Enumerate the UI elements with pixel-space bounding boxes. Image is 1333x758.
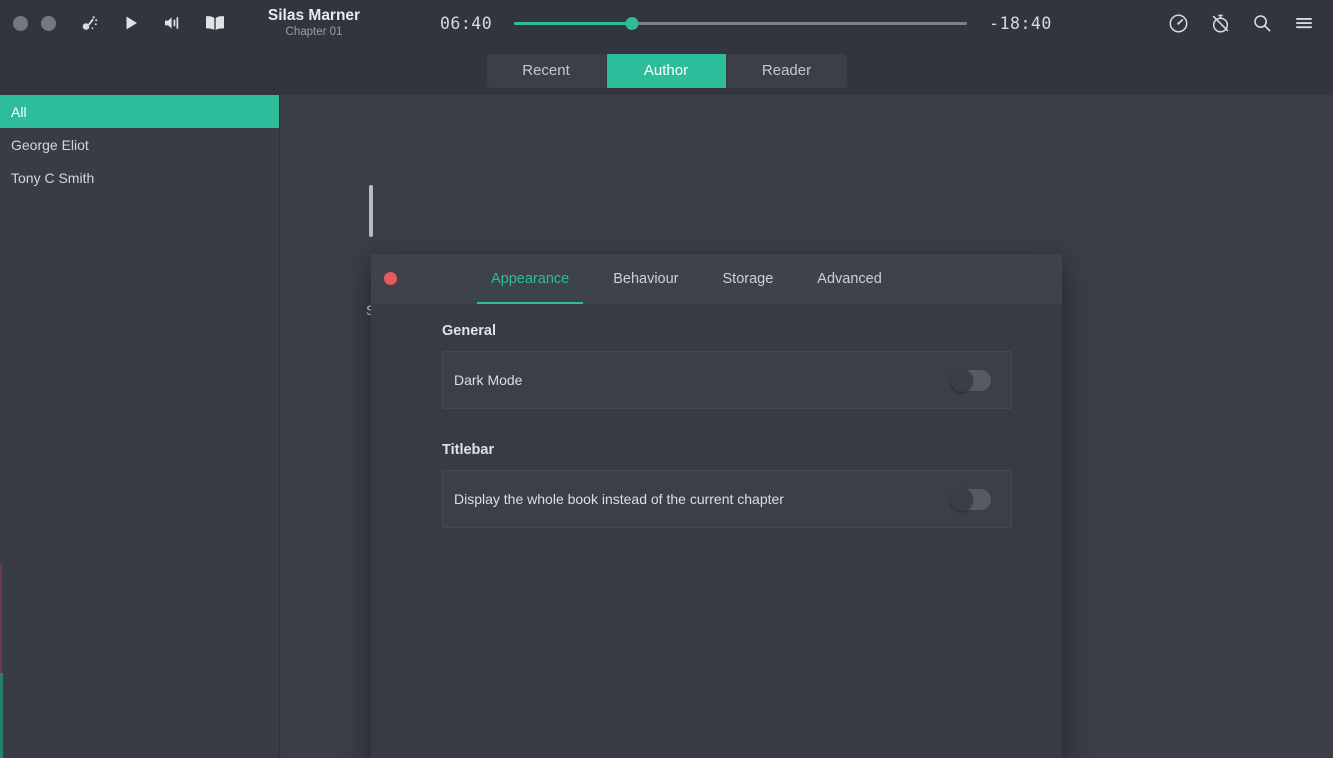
author-sidebar: All George Eliot Tony C Smith [0, 95, 280, 758]
sidebar-accent-upper [0, 563, 2, 673]
toggle-knob [950, 368, 973, 392]
sleep-timer-button[interactable] [1199, 0, 1241, 46]
dialog-tab-label: Storage [722, 271, 774, 287]
filter-tab-recent[interactable]: Recent [486, 53, 607, 88]
dialog-body: General Dark Mode Titlebar Display the whol… [371, 304, 1062, 528]
preference-row: Dark Mode [442, 351, 1012, 409]
transport-controls [68, 0, 236, 46]
sidebar-item-label: Tony C Smith [11, 169, 95, 186]
toggle-knob [950, 487, 973, 511]
dialog-tab-storage[interactable]: Storage [701, 254, 796, 304]
dialog-tab-behaviour[interactable]: Behaviour [591, 254, 700, 304]
book-title: Silas Marner [267, 7, 361, 24]
maximize-dot-icon[interactable] [41, 15, 56, 31]
filter-tab-label: Author [643, 62, 689, 79]
playback-speed-button[interactable] [1157, 0, 1199, 46]
sleep-timer-off-icon [1210, 13, 1231, 34]
preference-toggle[interactable] [950, 368, 991, 392]
filter-tab-label: Reader [761, 62, 812, 79]
dialog-tab-label: Appearance [491, 271, 570, 287]
dialog-tab-label: Behaviour [613, 271, 679, 287]
cast-icon [80, 14, 99, 33]
main-area: AllGeorge EliotTony C Smith S Appearance… [0, 95, 1333, 758]
dialog-header: Appearance Behaviour Storage Advanced [371, 254, 1062, 304]
elapsed-time: 06:40 [440, 13, 493, 33]
filter-tab-label: Recent [522, 62, 570, 79]
dialog-tabs: Appearance Behaviour Storage Advanced [469, 254, 904, 304]
preference-label: Dark Mode [454, 372, 523, 388]
play-icon [122, 14, 140, 32]
sidebar-accent-lower [0, 673, 3, 758]
preference-label: Display the whole book instead of the cu… [454, 491, 784, 507]
sidebar-item-all[interactable]: All [0, 95, 279, 128]
sidebar-item-label: George Eliot [11, 136, 89, 153]
filter-segmented-control: Recent Author Reader [486, 53, 847, 88]
search-icon [1252, 13, 1272, 33]
cast-button[interactable] [68, 0, 110, 46]
window-controls [0, 15, 56, 31]
sidebar-item-label: All [11, 103, 27, 120]
now-playing-info: Silas Marner Chapter 01 [248, 6, 380, 40]
seek-thumb[interactable] [625, 17, 639, 30]
filter-tabbar: Recent Author Reader [0, 46, 1333, 95]
open-book-button[interactable] [194, 0, 236, 46]
chapter-label: Chapter 01 [285, 26, 343, 38]
seek-slider[interactable] [514, 13, 968, 33]
pane-scrollbar[interactable] [369, 185, 373, 237]
menu-icon [1294, 15, 1314, 31]
titlebar-actions [1157, 0, 1333, 46]
sidebar-item-george-eliot[interactable]: George Eliot [0, 128, 279, 161]
section-title-general: General [442, 323, 496, 339]
remaining-time: -18:40 [989, 13, 1052, 33]
author-list: All George Eliot Tony C Smith [0, 95, 279, 194]
book-icon [203, 14, 227, 32]
speed-icon [1168, 13, 1189, 34]
minimize-dot-icon[interactable] [13, 15, 28, 31]
app-window: Silas Marner Chapter 01 06:40 -18:40 Rec… [0, 0, 1333, 758]
volume-button[interactable] [152, 0, 194, 46]
preference-toggle[interactable] [950, 487, 991, 511]
menu-button[interactable] [1283, 0, 1325, 46]
section-title-titlebar: Titlebar [442, 442, 495, 458]
titlebar: Silas Marner Chapter 01 06:40 -18:40 [0, 0, 1333, 46]
sidebar-item-tony-c-smith[interactable]: Tony C Smith [0, 161, 279, 194]
filter-tab-author[interactable]: Author [606, 53, 727, 88]
search-button[interactable] [1241, 0, 1283, 46]
preference-row: Display the whole book instead of the cu… [442, 470, 1012, 528]
dialog-tab-appearance[interactable]: Appearance [469, 254, 591, 304]
dialog-tab-label: Advanced [817, 271, 882, 287]
volume-icon [163, 14, 183, 32]
seek-fill [514, 22, 632, 25]
close-icon[interactable] [384, 272, 397, 285]
play-button[interactable] [110, 0, 152, 46]
preferences-dialog: Appearance Behaviour Storage Advanced Gener… [371, 254, 1062, 758]
dialog-tab-advanced[interactable]: Advanced [795, 254, 904, 304]
filter-tab-reader[interactable]: Reader [726, 53, 847, 88]
